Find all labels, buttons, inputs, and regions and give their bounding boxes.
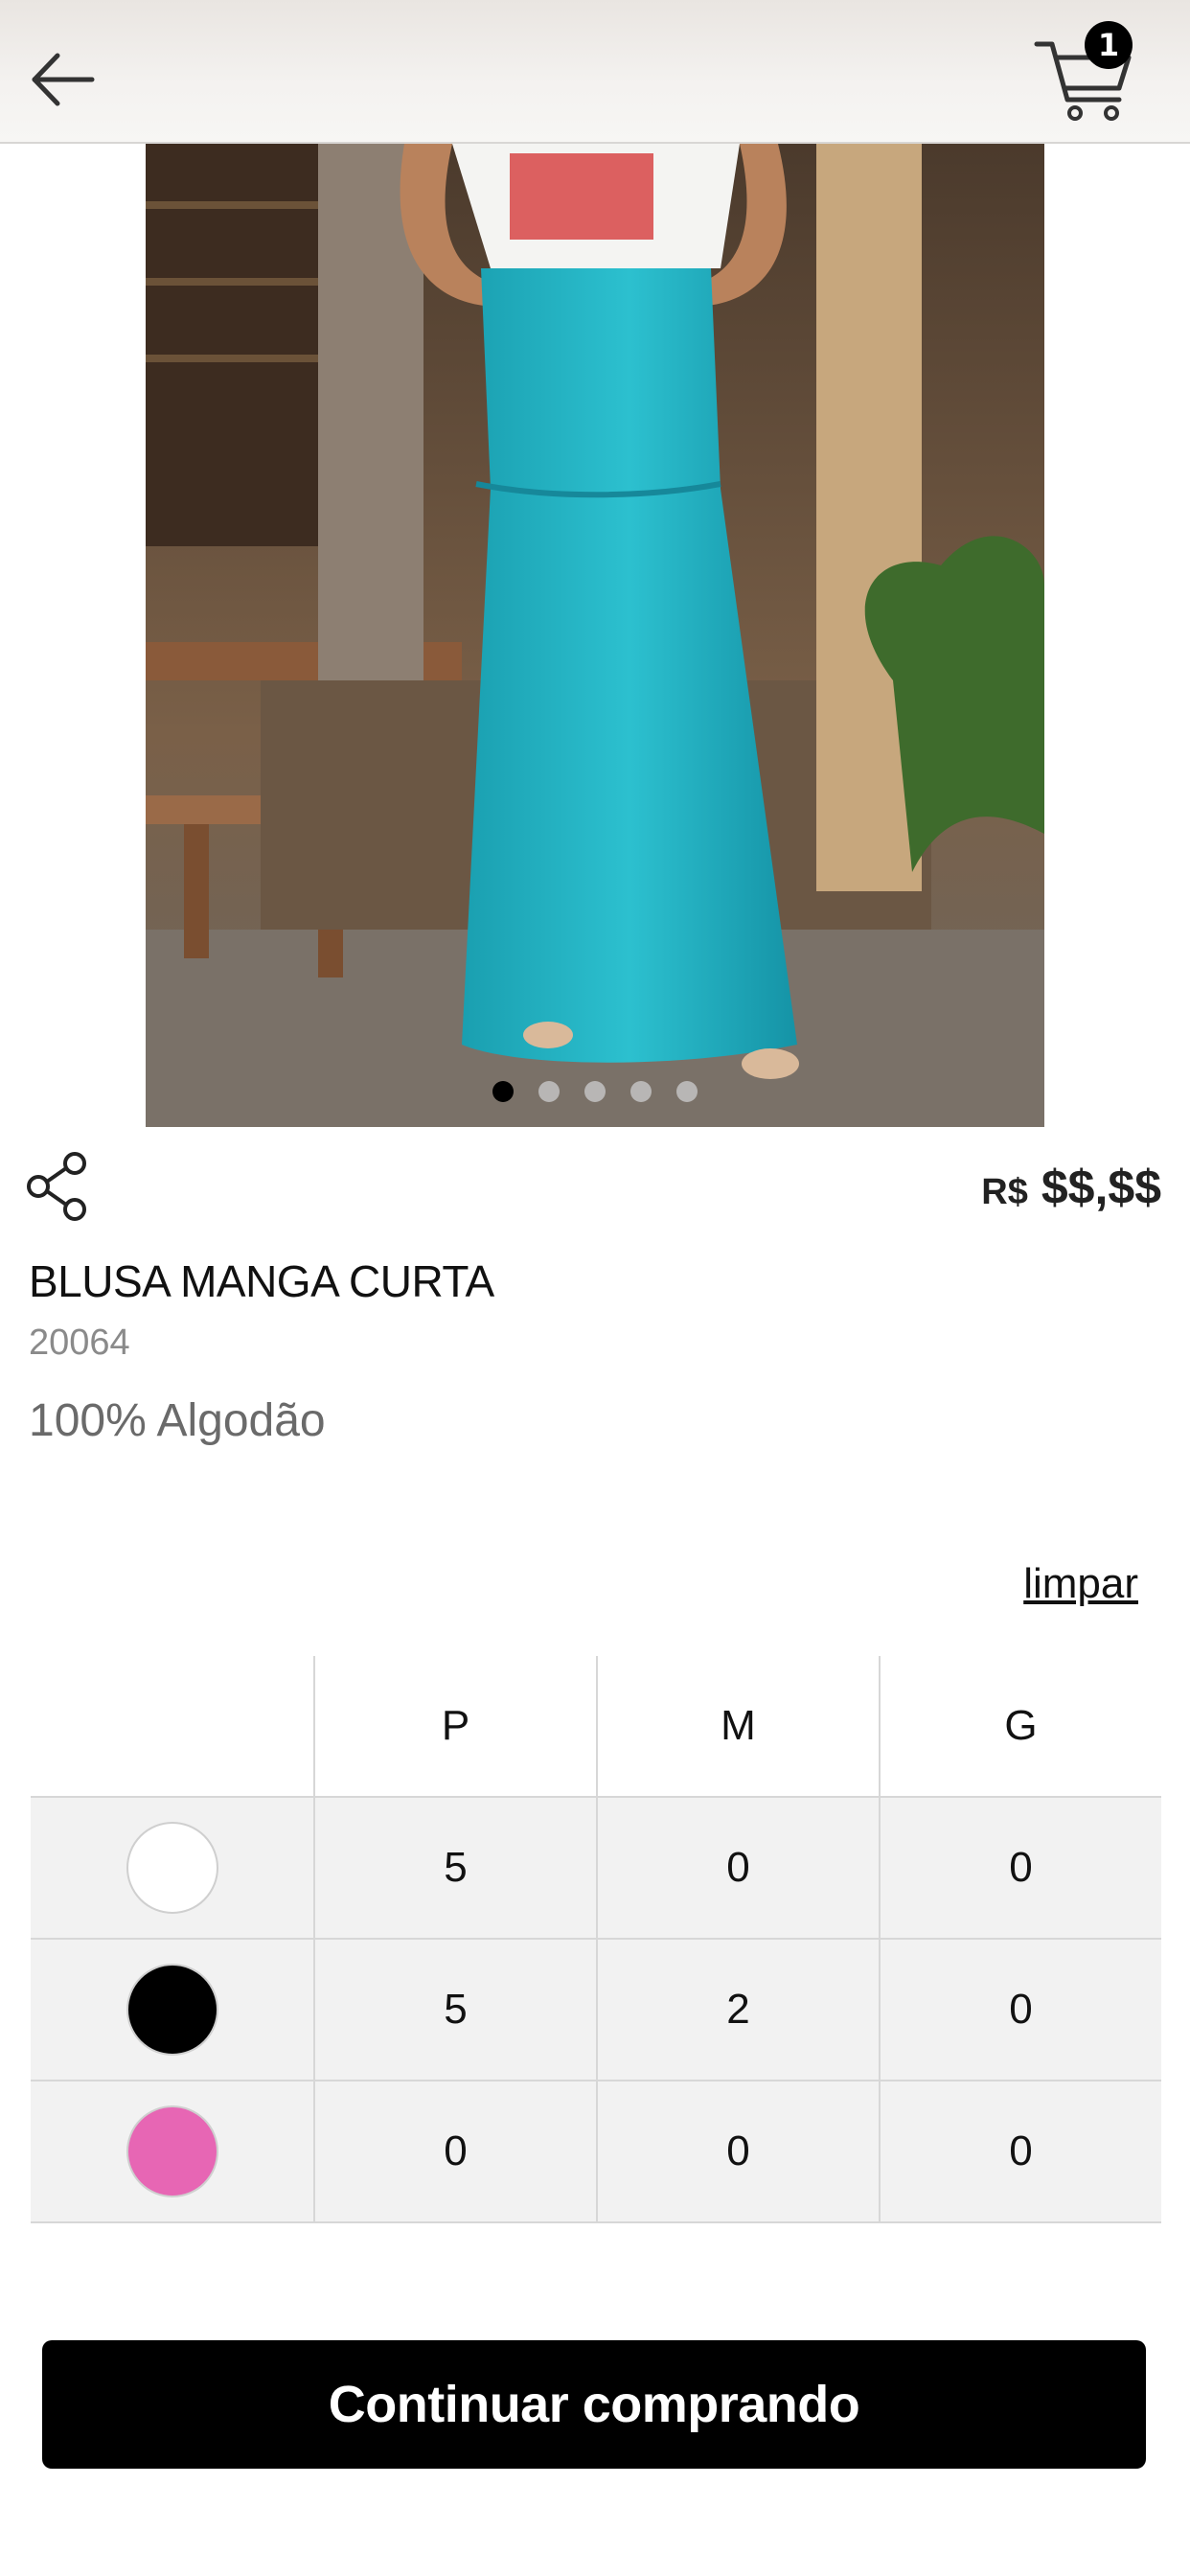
quantity-cell[interactable]: 5 [313, 1798, 596, 1938]
price-value: $$,$$ [1041, 1161, 1161, 1214]
price-currency: R$ [981, 1172, 1028, 1212]
size-header-p: P [313, 1656, 596, 1796]
size-header-g: G [879, 1656, 1161, 1796]
product-photo [146, 144, 1044, 1127]
page-dot[interactable] [538, 1081, 560, 1102]
quantity-cell[interactable]: 0 [596, 1798, 879, 1938]
page-dot[interactable] [492, 1081, 514, 1102]
cart-count-badge: 1 [1085, 21, 1133, 69]
quantity-cell[interactable]: 5 [313, 1940, 596, 2080]
color-swatch-white [126, 1822, 218, 1914]
grid-corner-cell [31, 1656, 313, 1796]
quantity-cell[interactable]: 0 [879, 2082, 1161, 2221]
page-dot[interactable] [584, 1081, 606, 1102]
app-header: 1 [0, 0, 1190, 144]
grid-row-pink: 0 0 0 [31, 2082, 1161, 2223]
continue-shopping-button[interactable]: Continuar comprando [42, 2340, 1146, 2469]
page-dot[interactable] [630, 1081, 652, 1102]
product-price: R$ $$,$$ [981, 1160, 1161, 1215]
quantity-cell[interactable]: 0 [879, 1940, 1161, 2080]
color-cell [31, 1798, 313, 1938]
arrow-left-icon [32, 53, 95, 106]
product-title: BLUSA MANGA CURTA [29, 1256, 494, 1306]
quantity-cell[interactable]: 2 [596, 1940, 879, 2080]
image-pagination [0, 1081, 1190, 1104]
size-color-grid: P M G 5 0 0 5 2 0 0 0 0 [31, 1656, 1161, 2223]
product-reference: 20064 [29, 1322, 130, 1363]
product-image[interactable] [146, 144, 1044, 1127]
color-cell [31, 2082, 313, 2221]
color-swatch-pink [126, 2105, 218, 2197]
grid-row-white: 5 0 0 [31, 1798, 1161, 1940]
back-button[interactable] [27, 44, 103, 115]
grid-row-black: 5 2 0 [31, 1940, 1161, 2082]
clear-selection-link[interactable]: limpar [1023, 1560, 1138, 1608]
color-cell [31, 1940, 313, 2080]
quantity-cell[interactable]: 0 [596, 2082, 879, 2221]
grid-header-row: P M G [31, 1656, 1161, 1798]
share-icon [27, 1152, 86, 1221]
quantity-cell[interactable]: 0 [879, 1798, 1161, 1938]
product-material: 100% Algodão [29, 1395, 326, 1446]
share-button[interactable] [25, 1152, 90, 1221]
color-swatch-black [126, 1964, 218, 2056]
quantity-cell[interactable]: 0 [313, 2082, 596, 2221]
size-header-m: M [596, 1656, 879, 1796]
page-dot[interactable] [676, 1081, 698, 1102]
